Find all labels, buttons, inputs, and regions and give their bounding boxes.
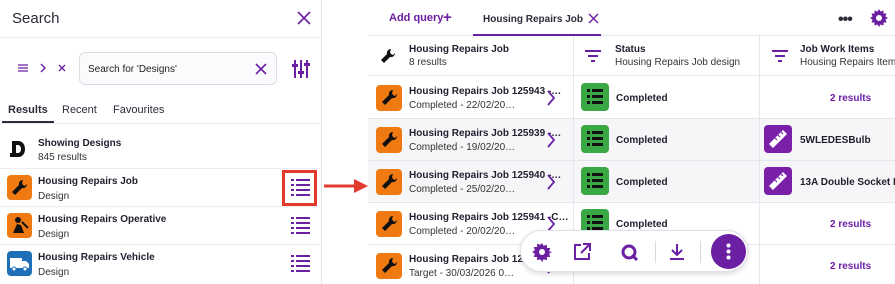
filter-settings-icon[interactable] bbox=[290, 58, 312, 80]
query-view: Add query + Housing Repairs Job ••• Hous… bbox=[368, 0, 895, 284]
ruler-icon bbox=[764, 167, 792, 195]
plus-icon[interactable]: + bbox=[443, 9, 452, 26]
gear-icon[interactable] bbox=[532, 242, 552, 262]
list-view-icon[interactable] bbox=[291, 255, 310, 272]
chevron-right-icon[interactable] bbox=[546, 173, 556, 191]
gear-icon[interactable] bbox=[870, 9, 888, 27]
chevron-right-icon[interactable] bbox=[546, 89, 556, 107]
download-icon[interactable] bbox=[667, 242, 687, 262]
list-item-name: Housing Repairs Operative bbox=[38, 214, 167, 225]
status-value: Completed bbox=[616, 93, 668, 104]
row-title: Housing Repairs Job 125941 -C… bbox=[409, 212, 569, 223]
row-subtitle: Completed - 22/02/20… bbox=[409, 100, 516, 111]
more-actions-button[interactable] bbox=[711, 234, 746, 269]
wrench-icon bbox=[376, 211, 402, 237]
wrench-icon bbox=[376, 85, 402, 111]
work-items-link[interactable]: 2 results bbox=[830, 93, 871, 104]
clear-scope-icon[interactable] bbox=[57, 62, 67, 74]
list-item-name: Housing Repairs Job bbox=[38, 176, 139, 187]
wrench-icon bbox=[376, 253, 402, 279]
status-value: Completed bbox=[616, 219, 668, 230]
row-subtitle: Completed - 25/02/20… bbox=[409, 184, 516, 195]
showing-count: 845 results bbox=[38, 152, 87, 163]
search-panel-header: Search bbox=[0, 0, 322, 38]
open-external-icon[interactable] bbox=[572, 242, 592, 262]
row-subtitle: Target - 30/03/2026 0… bbox=[409, 268, 515, 279]
column-subtitle-job: 8 results bbox=[409, 57, 447, 68]
wrench-icon bbox=[381, 48, 396, 63]
search-input[interactable]: Search for 'Designs' bbox=[79, 52, 277, 85]
ruler-icon bbox=[764, 125, 792, 153]
list-item-type: Design bbox=[38, 267, 70, 278]
search-input-text: Search for 'Designs' bbox=[88, 64, 177, 75]
toolbar-divider bbox=[655, 241, 656, 263]
menu-icon[interactable] bbox=[17, 62, 29, 74]
refresh-icon[interactable] bbox=[619, 242, 639, 262]
search-tabs: Results Recent Favourites bbox=[0, 96, 322, 124]
tab-housing-repairs-job[interactable]: Housing Repairs Job bbox=[473, 0, 601, 36]
list-item-type: Design bbox=[38, 229, 70, 240]
table-row[interactable]: Housing Repairs Job 125940 -… Completed … bbox=[368, 161, 895, 203]
status-value: Completed bbox=[616, 177, 668, 188]
list-item-type: Design bbox=[38, 191, 70, 202]
chevron-right-icon[interactable] bbox=[38, 62, 48, 74]
operative-icon bbox=[7, 213, 32, 238]
wrench-icon bbox=[376, 127, 402, 153]
column-subtitle-work-items: Housing Repairs Item bbox=[800, 57, 895, 68]
column-title-status: Status bbox=[615, 44, 646, 55]
query-toolbar: Add query + Housing Repairs Job ••• bbox=[368, 0, 895, 36]
status-list-icon bbox=[581, 83, 609, 111]
work-items-link[interactable]: 2 results bbox=[830, 219, 871, 230]
list-item[interactable]: Housing Repairs Vehicle Design bbox=[0, 244, 322, 282]
tab-results[interactable]: Results bbox=[8, 104, 48, 116]
highlight-box bbox=[282, 170, 317, 206]
column-divider bbox=[759, 36, 760, 284]
list-item-name: Housing Repairs Vehicle bbox=[38, 252, 155, 263]
column-title-job: Housing Repairs Job bbox=[409, 44, 510, 55]
grid-header: Housing Repairs Job 8 results Status Hou… bbox=[368, 36, 895, 76]
row-subtitle: Completed - 20/02/20… bbox=[409, 226, 516, 237]
showing-title: Showing Designs bbox=[38, 138, 122, 149]
tab-favourites[interactable]: Favourites bbox=[113, 104, 164, 116]
list-view-icon[interactable] bbox=[291, 217, 310, 234]
search-panel-title: Search bbox=[12, 10, 60, 27]
column-subtitle-status: Housing Repairs Job design bbox=[615, 57, 741, 68]
row-title: Housing Repairs Job 125943 -… bbox=[409, 86, 562, 97]
list-item[interactable]: Housing Repairs Job Design bbox=[0, 168, 322, 206]
table-row[interactable]: Housing Repairs Job 125939 -… Completed … bbox=[368, 119, 895, 161]
add-query-button[interactable]: Add query bbox=[389, 12, 443, 24]
sort-filter-icon[interactable] bbox=[770, 46, 790, 66]
toolbar-divider bbox=[700, 241, 701, 263]
designs-logo-icon bbox=[10, 141, 25, 157]
table-row[interactable]: Housing Repairs Job 125943 -… Completed … bbox=[368, 77, 895, 119]
list-item[interactable]: Housing Repairs Operative Design bbox=[0, 206, 322, 244]
more-vertical-icon bbox=[726, 243, 731, 260]
row-subtitle: Completed - 19/02/20… bbox=[409, 142, 516, 153]
vehicle-icon bbox=[7, 251, 32, 276]
floating-toolbar bbox=[520, 230, 748, 272]
sort-filter-icon[interactable] bbox=[583, 46, 603, 66]
wrench-icon bbox=[376, 169, 402, 195]
status-list-icon bbox=[581, 125, 609, 153]
more-options-icon[interactable]: ••• bbox=[838, 11, 853, 29]
row-title: Housing Repairs Job 125940 -… bbox=[409, 170, 562, 181]
column-title-work-items: Job Work Items bbox=[800, 44, 875, 55]
chevron-right-icon[interactable] bbox=[546, 131, 556, 149]
wrench-icon bbox=[7, 175, 32, 200]
tab-recent[interactable]: Recent bbox=[62, 104, 97, 116]
tab-label: Housing Repairs Job bbox=[483, 14, 584, 25]
row-title: Housing Repairs Job 125939 -… bbox=[409, 128, 562, 139]
showing-summary: Showing Designs 845 results bbox=[0, 128, 322, 168]
work-item-name: 13A Double Socket F bbox=[800, 177, 895, 188]
work-items-link[interactable]: 2 results bbox=[830, 261, 871, 272]
status-value: Completed bbox=[616, 135, 668, 146]
search-panel: Search Search for 'Designs' Results Rece… bbox=[0, 0, 322, 284]
active-tab-indicator bbox=[2, 121, 54, 123]
clear-search-icon[interactable] bbox=[254, 62, 268, 76]
close-icon[interactable] bbox=[296, 10, 312, 26]
status-list-icon bbox=[581, 167, 609, 195]
arrow-right-icon bbox=[324, 179, 368, 193]
work-item-name: 5WLEDESBulb bbox=[800, 135, 871, 146]
close-tab-icon[interactable] bbox=[588, 13, 599, 24]
